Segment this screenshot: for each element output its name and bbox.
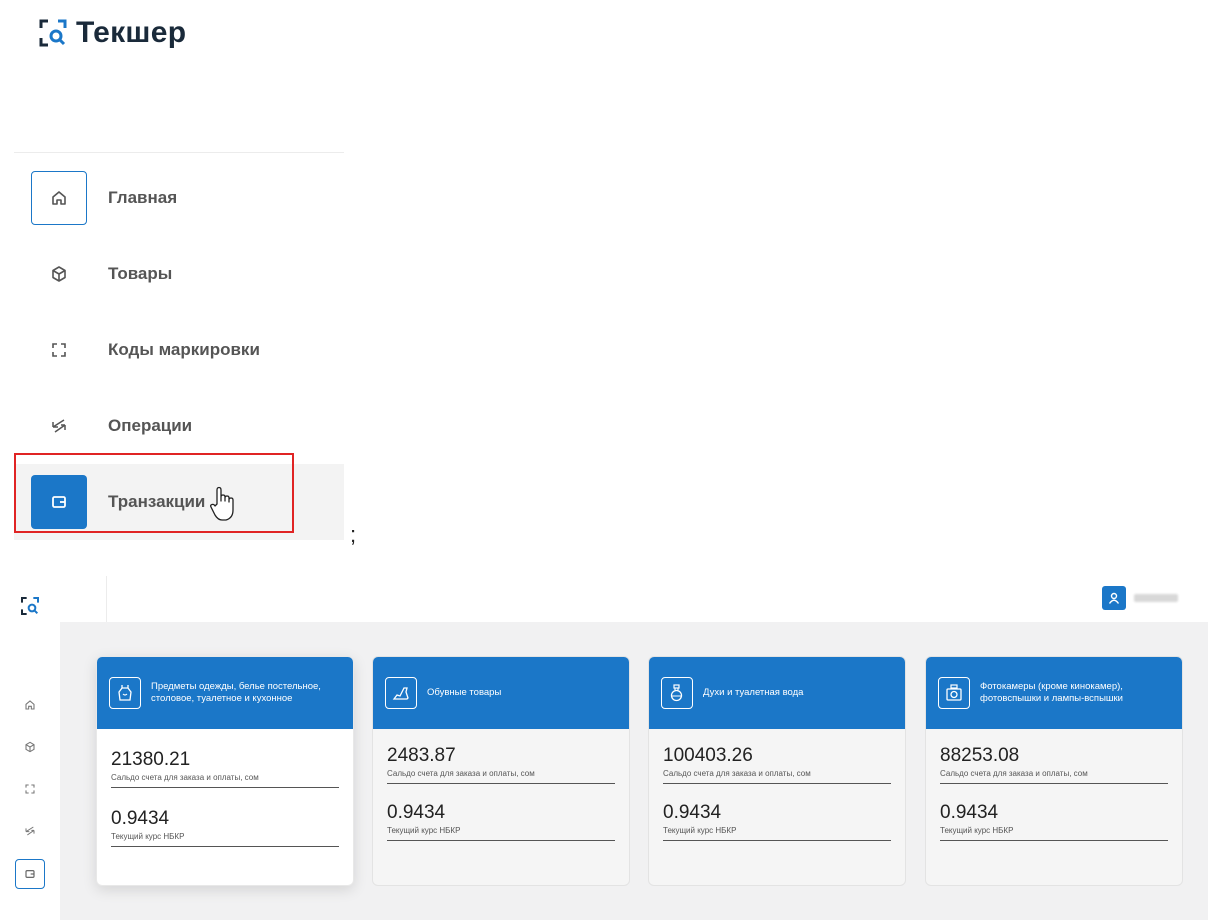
hand-cursor-icon: [210, 486, 234, 521]
rate-value: 0.9434: [940, 802, 999, 823]
sidebar-item-home[interactable]: [15, 690, 45, 720]
wallet-icon: [25, 870, 35, 878]
rate-value: 0.9434: [387, 802, 446, 823]
rate-label: Текущий курс НБКР: [111, 832, 339, 847]
balance-label: Сальдо счета для заказа и оплаты, сом: [663, 769, 891, 784]
balance-label: Сальдо счета для заказа и оплаты, сом: [940, 769, 1168, 784]
card-header: Фотокамеры (кроме кинокамер), фотовспышк…: [926, 657, 1182, 729]
rate-label: Текущий курс НБКР: [940, 826, 1168, 841]
user-icon: [1108, 592, 1120, 604]
sidebar-item-operations[interactable]: [15, 816, 45, 846]
rate-label: Текущий курс НБКР: [387, 826, 615, 841]
rate-value: 0.9434: [663, 802, 722, 823]
card-header: Духи и туалетная вода: [649, 657, 905, 729]
account-card[interactable]: Фотокамеры (кроме кинокамер), фотовспышк…: [925, 656, 1183, 886]
sidebar-item-codes[interactable]: Коды маркировки: [14, 312, 344, 388]
scan-icon: [31, 323, 87, 377]
sidebar-item-codes[interactable]: [15, 774, 45, 804]
account-card[interactable]: Обувные товары 2483.87 Сальдо счета для …: [372, 656, 630, 886]
user-name-redacted: [1134, 594, 1178, 602]
wallet-icon: [31, 475, 87, 529]
dress-icon: [109, 677, 141, 709]
box-icon: [25, 741, 35, 753]
user-menu[interactable]: [1102, 586, 1178, 610]
sidebar-item-products[interactable]: Товары: [14, 236, 344, 312]
account-card[interactable]: Предметы одежды, белье постельное, столо…: [96, 656, 354, 886]
header-divider: [106, 576, 107, 622]
sidebar-item-label: Главная: [108, 188, 178, 207]
brand-name: Текшер: [76, 16, 187, 49]
sidebar-nav: Главная Товары Коды маркировки Операции …: [14, 160, 344, 540]
sidebar-item-transactions[interactable]: [15, 859, 45, 889]
arrows-icon: [25, 826, 35, 836]
sidebar-item-label: Транзакции: [108, 492, 206, 511]
brand-logo: Текшер: [38, 16, 186, 50]
rate-label: Текущий курс НБКР: [663, 826, 891, 841]
sidebar-item-products[interactable]: [15, 732, 45, 762]
account-card[interactable]: Духи и туалетная вода 100403.26 Сальдо с…: [648, 656, 906, 886]
nav-divider: [14, 152, 344, 153]
sidebar-item-label: Коды маркировки: [108, 340, 260, 359]
card-title: Предметы одежды, белье постельное, столо…: [151, 681, 321, 704]
balance-label: Сальдо счета для заказа и оплаты, сом: [111, 773, 339, 788]
camera-icon: [938, 677, 970, 709]
logo-icon[interactable]: [20, 596, 40, 616]
arrows-icon: [31, 399, 87, 453]
rate-value: 0.9434: [111, 808, 170, 829]
scan-icon: [25, 784, 35, 794]
sidebar-item-transactions[interactable]: Транзакции: [14, 464, 344, 540]
balance-value: 100403.26: [663, 745, 753, 766]
box-icon: [31, 247, 87, 301]
card-header: Предметы одежды, белье постельное, столо…: [97, 657, 353, 729]
card-title: Духи и туалетная вода: [703, 687, 804, 698]
avatar[interactable]: [1102, 586, 1126, 610]
card-header: Обувные товары: [373, 657, 629, 729]
sidebar-item-label: Товары: [108, 264, 173, 283]
balance-label: Сальдо счета для заказа и оплаты, сом: [387, 769, 615, 784]
card-title: Обувные товары: [427, 687, 502, 698]
card-title: Фотокамеры (кроме кинокамер), фотовспышк…: [980, 681, 1123, 704]
collapsed-sidebar: [0, 576, 60, 920]
sidebar-item-operations[interactable]: Операции: [14, 388, 344, 464]
app-window: Предметы одежды, белье постельное, столо…: [0, 576, 1208, 920]
home-icon: [31, 171, 87, 225]
logo-icon: [39, 19, 67, 47]
balance-value: 2483.87: [387, 745, 456, 766]
home-icon: [25, 700, 35, 710]
shoe-icon: [385, 677, 417, 709]
balance-value: 88253.08: [940, 745, 1020, 766]
perfume-icon: [661, 677, 693, 709]
sidebar-item-home[interactable]: Главная: [14, 160, 344, 236]
top-bar: [0, 576, 1208, 622]
sidebar-item-label: Операции: [108, 416, 193, 435]
balance-value: 21380.21: [111, 749, 191, 770]
separator-text: ;: [350, 522, 357, 547]
